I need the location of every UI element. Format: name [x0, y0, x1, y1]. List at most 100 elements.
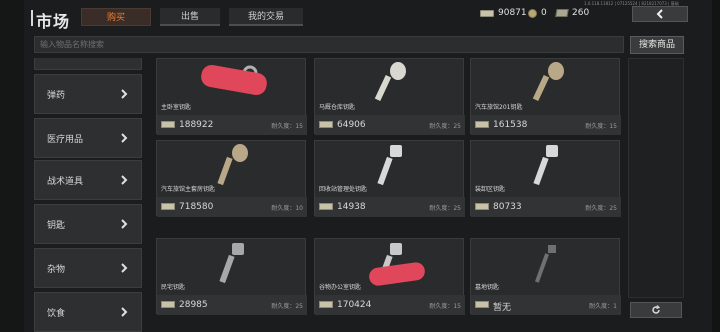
item-name: 汽车旅馆201钥匙: [475, 104, 523, 111]
currency-ticket-value: 260: [572, 8, 590, 18]
item-price: 188922: [179, 120, 214, 130]
sidebar-item-ammo[interactable]: 弹药: [34, 74, 142, 114]
item-durability: 耐久度：15: [271, 123, 303, 130]
cash-icon: [161, 203, 175, 210]
item-price: 170424: [337, 300, 372, 310]
item-durability: 耐久度：10: [271, 205, 303, 212]
item-card[interactable]: 汽车旅馆201钥匙 161538 耐久度：15: [470, 58, 621, 135]
item-name: 回收站管理处钥匙: [319, 186, 368, 193]
item-durability: 耐久度：25: [429, 205, 461, 212]
item-footer: 718580 耐久度：10: [157, 197, 307, 217]
key-icon: [533, 145, 558, 186]
item-durability: 耐久度：1: [589, 303, 617, 310]
cash-icon: [480, 9, 494, 17]
title-accent: [31, 10, 33, 26]
item-card[interactable]: 墓地钥匙 暂无 耐久度：1: [470, 238, 621, 315]
item-durability: 耐久度：15: [429, 303, 461, 310]
item-footer: 80733 耐久度：25: [471, 197, 621, 217]
item-name: 民宅钥匙: [161, 284, 186, 291]
chevron-right-icon: [121, 89, 128, 99]
sidebar-item-label: 医疗用品: [47, 135, 84, 145]
side-panel: [628, 58, 684, 298]
item-name: 主卧室钥匙: [161, 104, 192, 111]
top-bar: 市场 购买 出售 我的交易 90871 0 260 1.0.118.11812 …: [24, 0, 712, 34]
item-card[interactable]: 谷物办公室钥匙 170424 耐久度：15: [314, 238, 465, 315]
item-card[interactable]: 汽车旅馆主套房钥匙 718580 耐久度：10: [156, 140, 307, 217]
category-sidebar: 弹药 医疗用品 战术道具 钥匙 杂物 饮食: [34, 58, 142, 332]
item-name: 装卸区钥匙: [475, 186, 506, 193]
sidebar-item-keys[interactable]: 钥匙: [34, 204, 142, 244]
key-icon: [374, 62, 406, 102]
sidebar-item-label: 战术道具: [47, 177, 84, 187]
item-footer: 188922 耐久度：15: [157, 115, 307, 135]
item-footer: 14938 耐久度：25: [315, 197, 465, 217]
sidebar-top-stub: [34, 58, 142, 70]
cash-icon: [319, 203, 333, 210]
key-icon: [219, 243, 244, 284]
sidebar-item-tactical[interactable]: 战术道具: [34, 160, 142, 200]
item-grid: 主卧室钥匙 188922 耐久度：15 马厩仓库钥匙 64906 耐久度：25 …: [156, 58, 622, 332]
cash-icon: [161, 121, 175, 128]
item-footer: 暂无 耐久度：1: [471, 295, 621, 315]
item-durability: 耐久度：25: [429, 123, 461, 130]
chevron-right-icon: [121, 133, 128, 143]
item-durability: 耐久度：15: [585, 123, 617, 130]
cash-icon: [319, 121, 333, 128]
item-price: 暂无: [493, 303, 512, 313]
sidebar-item-misc[interactable]: 杂物: [34, 248, 142, 288]
currency-coin: 0: [528, 8, 547, 18]
key-icon: [377, 145, 402, 186]
item-price: 14938: [337, 202, 366, 212]
cash-icon: [475, 301, 489, 308]
item-card[interactable]: 马厩仓库钥匙 64906 耐久度：25: [314, 58, 465, 135]
sidebar-item-label: 钥匙: [47, 221, 66, 231]
back-arrow-icon: [656, 9, 663, 19]
item-name: 马厩仓库钥匙: [319, 104, 356, 111]
currency-ticket: 260: [555, 8, 590, 18]
item-footer: 64906 耐久度：25: [315, 115, 465, 135]
item-card[interactable]: 民宅钥匙 28985 耐久度：25: [156, 238, 307, 315]
item-durability: 耐久度：25: [585, 205, 617, 212]
ticket-icon: [555, 9, 569, 17]
sidebar-item-medical[interactable]: 医疗用品: [34, 118, 142, 158]
item-card[interactable]: 装卸区钥匙 80733 耐久度：25: [470, 140, 621, 217]
item-price: 28985: [179, 300, 208, 310]
sidebar-item-label: 饮食: [47, 309, 66, 319]
tab-my-trades[interactable]: 我的交易: [229, 8, 303, 26]
search-button[interactable]: 搜索商品: [630, 36, 684, 54]
item-price: 64906: [337, 120, 366, 130]
cash-icon: [475, 121, 489, 128]
item-footer: 170424 耐久度：15: [315, 295, 465, 315]
item-footer: 161538 耐久度：15: [471, 115, 621, 135]
currency-money: 90871: [480, 8, 527, 18]
refresh-button[interactable]: [630, 302, 682, 318]
sidebar-item-label: 弹药: [47, 91, 66, 101]
item-price: 80733: [493, 202, 522, 212]
item-name: 汽车旅馆主套房钥匙: [161, 186, 216, 193]
key-icon: [532, 62, 564, 102]
coin-icon: [528, 8, 537, 18]
key-icon: [534, 245, 556, 283]
item-footer: 28985 耐久度：25: [157, 295, 307, 315]
cash-icon: [319, 301, 333, 308]
item-price: 718580: [179, 202, 214, 212]
currency-coin-value: 0: [541, 8, 547, 18]
cash-icon: [161, 301, 175, 308]
tab-sell[interactable]: 出售: [160, 8, 220, 26]
back-button[interactable]: [632, 6, 688, 22]
chevron-right-icon: [121, 175, 128, 185]
right-edge: [712, 0, 720, 332]
item-card[interactable]: 回收站管理处钥匙 14938 耐久度：25: [314, 140, 465, 217]
search-input[interactable]: 输入物品名称搜索: [34, 36, 624, 53]
refresh-icon: [652, 305, 661, 314]
sidebar-item-label: 杂物: [47, 265, 66, 275]
item-name: 墓地钥匙: [475, 284, 500, 291]
chevron-right-icon: [121, 263, 128, 273]
sidebar-item-food[interactable]: 饮食: [34, 292, 142, 332]
item-card[interactable]: 主卧室钥匙 188922 耐久度：15: [156, 58, 307, 135]
item-price: 161538: [493, 120, 528, 130]
tab-buy[interactable]: 购买: [81, 8, 151, 26]
chevron-right-icon: [121, 307, 128, 317]
left-edge: [0, 0, 24, 332]
item-durability: 耐久度：25: [271, 303, 303, 310]
